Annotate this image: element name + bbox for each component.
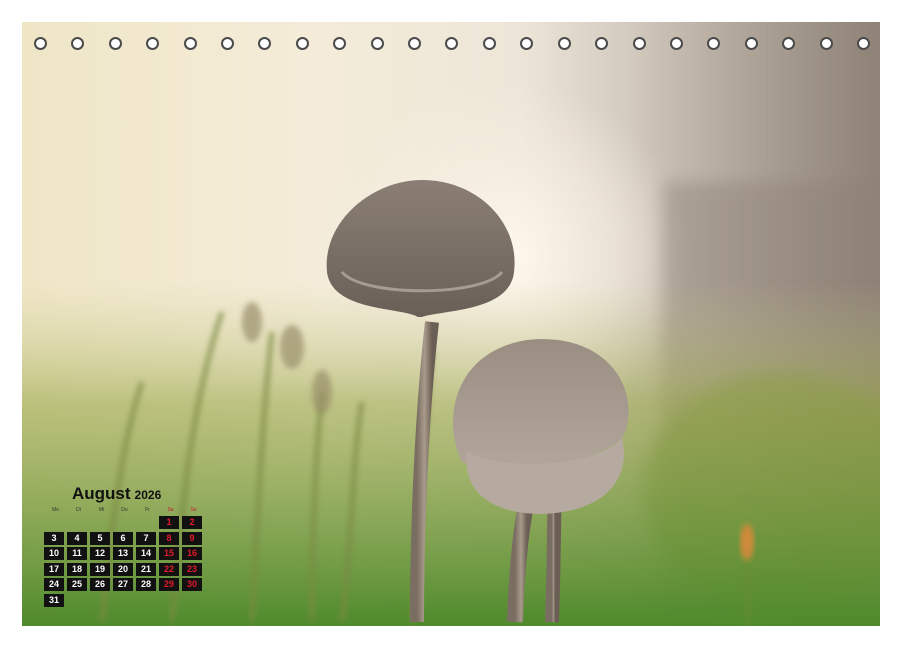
weekday-label: Do xyxy=(121,507,128,513)
calendar-day: 21 xyxy=(136,562,156,576)
weekday-label: Mo xyxy=(52,507,59,513)
weekday-label: Mi xyxy=(98,507,105,513)
weekday-header: Mo Di Mi Do Fr Sa So xyxy=(44,507,205,513)
binding-ring xyxy=(258,37,272,50)
weekday-label: Di xyxy=(76,507,81,513)
calendar-day: 4 xyxy=(67,531,87,545)
calendar-day: 30 xyxy=(182,578,202,591)
calendar-day: 13 xyxy=(113,547,133,560)
binding-ring xyxy=(146,37,160,50)
calendar-day: 29 xyxy=(159,578,179,591)
calendar-day: 5 xyxy=(90,531,110,545)
binding-ring xyxy=(333,37,347,50)
binding-ring xyxy=(482,37,496,50)
calendar-year: 2026 xyxy=(134,488,162,502)
calendar-day: 23 xyxy=(182,562,202,576)
calendar-day: 19 xyxy=(90,562,110,576)
calendar-day: 27 xyxy=(113,578,133,591)
calendar-day: 10 xyxy=(44,547,64,560)
weekday-label: Sa xyxy=(167,507,174,513)
binding-ring xyxy=(34,37,47,50)
binding-ring xyxy=(856,37,870,50)
calendar-day: 2 xyxy=(182,516,202,529)
binding-ring xyxy=(782,37,796,50)
weekday-label: Fr xyxy=(145,507,150,513)
calendar-title: August 2026 xyxy=(72,484,161,504)
calendar-day: 16 xyxy=(182,547,202,560)
calendar-day: 22 xyxy=(159,562,179,576)
binding-ring xyxy=(108,37,122,50)
binding-ring xyxy=(744,37,758,50)
calendar-day: 25 xyxy=(67,578,87,591)
binding-ring xyxy=(408,37,422,50)
weekday-label: So xyxy=(190,507,197,513)
binding-ring xyxy=(183,37,197,50)
calendar-day: 26 xyxy=(90,578,110,591)
binding-ring xyxy=(295,37,309,50)
calendar-day: 12 xyxy=(90,547,110,560)
binding-ring xyxy=(819,37,833,50)
calendar-day: 28 xyxy=(136,578,156,591)
binding-ring xyxy=(669,37,683,50)
calendar-day: 11 xyxy=(67,547,87,560)
calendar-month: August xyxy=(72,484,131,503)
calendar-day: 31 xyxy=(44,593,64,607)
calendar-day: 20 xyxy=(113,562,133,576)
binding-ring xyxy=(370,37,384,50)
binding-ring xyxy=(520,37,534,50)
calendar-day: 1 xyxy=(159,516,179,529)
binding-ring xyxy=(221,37,235,50)
calendar-day: 18 xyxy=(67,562,87,576)
calendar-day: 3 xyxy=(44,531,64,545)
calendar-day: 24 xyxy=(44,578,64,591)
calendar-day: 7 xyxy=(136,531,156,545)
calendar-day: 8 xyxy=(159,531,179,545)
binding-ring xyxy=(632,37,646,50)
binding-ring xyxy=(595,37,609,50)
binding-ring xyxy=(557,37,571,50)
calendar-day: 9 xyxy=(182,531,202,545)
calendar-day: 6 xyxy=(113,531,133,545)
binding-ring xyxy=(445,37,459,50)
calendar-day: 17 xyxy=(44,562,64,576)
binding-ring xyxy=(71,37,85,50)
binding-ring xyxy=(707,37,721,50)
calendar-day: 15 xyxy=(159,547,179,560)
calendar-day: 14 xyxy=(136,547,156,560)
binding-rings xyxy=(34,37,870,57)
